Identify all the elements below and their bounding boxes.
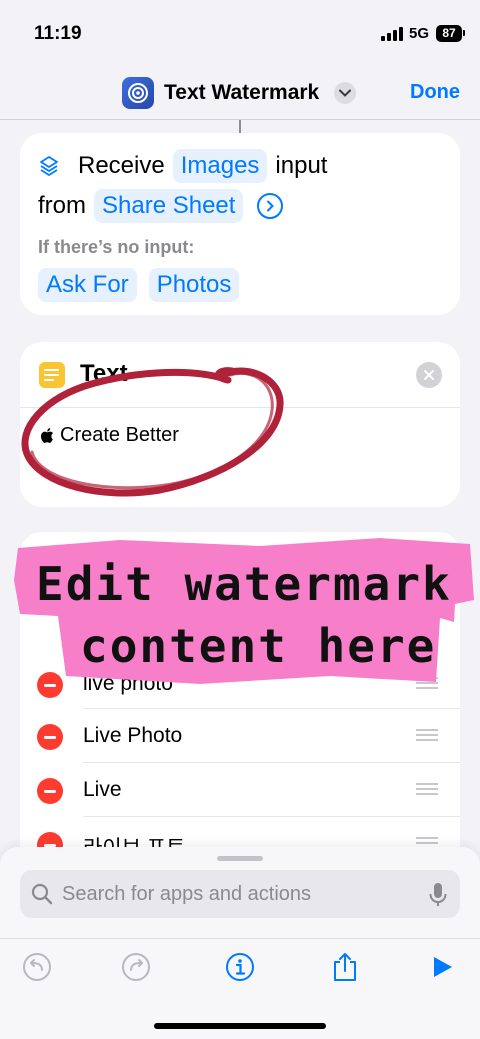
annotation-text-line2: content here [80,619,437,673]
search-bar[interactable]: Search for apps and actions [20,870,460,918]
share-icon[interactable] [329,951,361,983]
action-search-sheet: Search for apps and actions [0,847,480,1039]
info-icon[interactable] [224,951,256,983]
undo-icon[interactable] [21,951,53,983]
sheet-grabber[interactable] [217,856,263,861]
redo-icon[interactable] [120,951,152,983]
annotation-text-line1: Edit watermark [36,557,452,611]
search-input[interactable]: Search for apps and actions [62,883,311,906]
toolbar-divider [0,938,480,939]
home-indicator [154,1023,326,1029]
search-icon [31,883,53,905]
microphone-icon [429,883,447,906]
run-play-icon[interactable] [426,951,458,983]
